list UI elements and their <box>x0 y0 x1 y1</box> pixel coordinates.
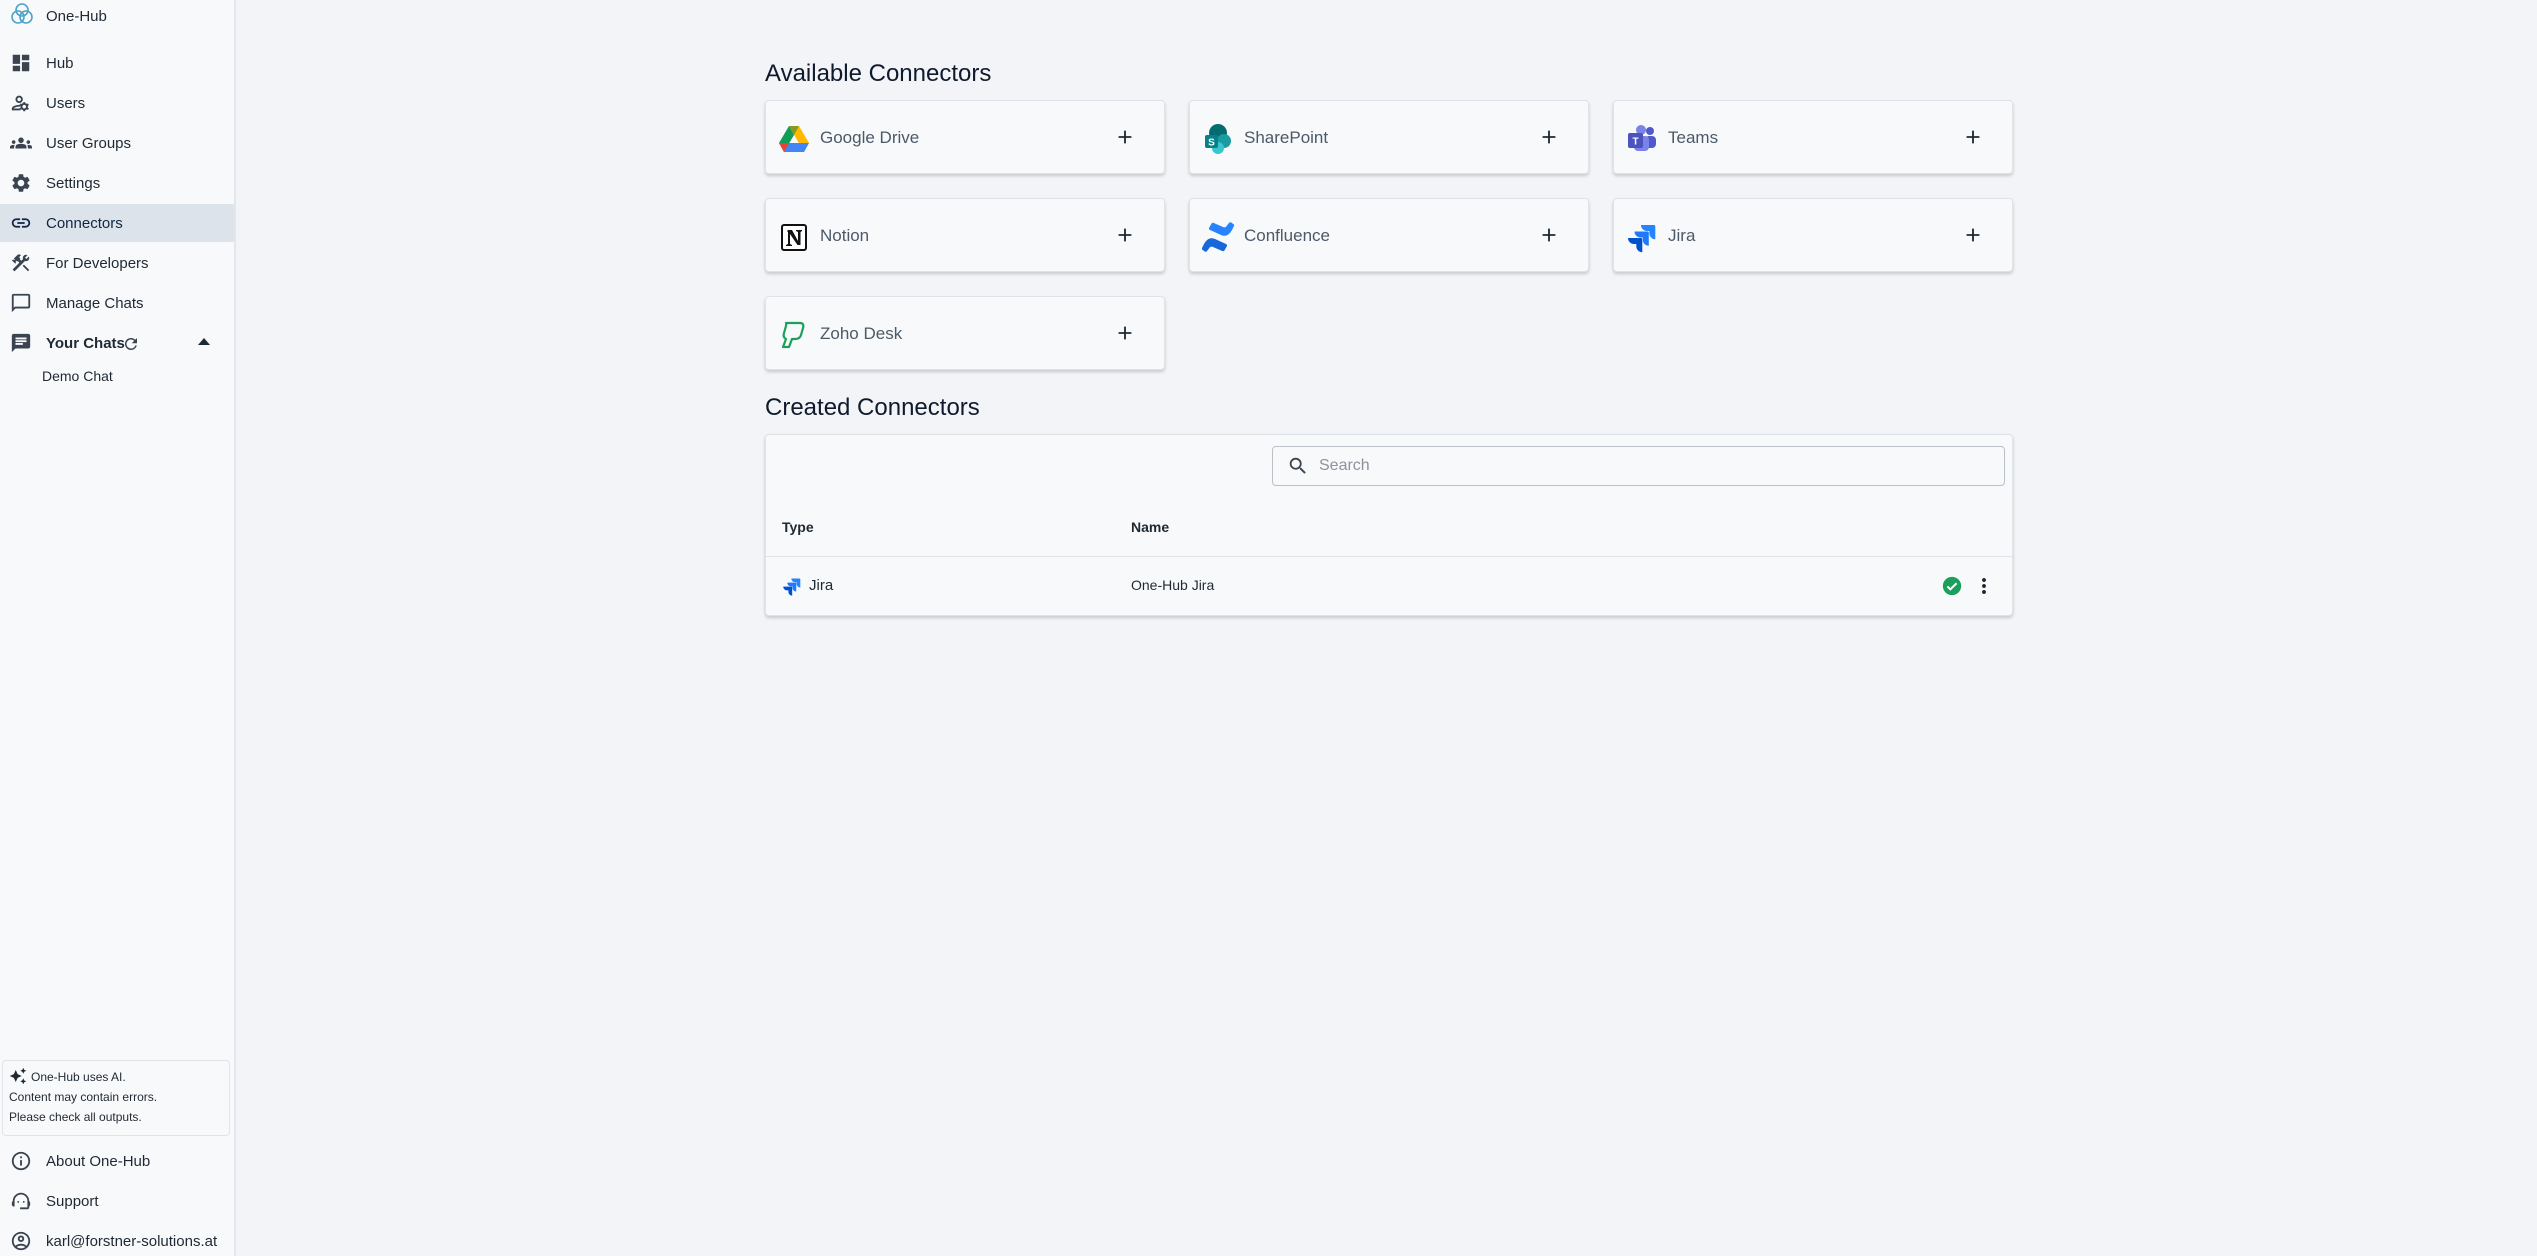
chat-item-demo[interactable]: Demo Chat <box>42 368 113 384</box>
sidebar-item-label: Hub <box>46 54 74 72</box>
disclaimer-line-3: Please check all outputs. <box>9 1110 142 1124</box>
your-chats-label: Your Chats <box>46 334 125 352</box>
your-chats-header[interactable]: Your Chats <box>0 324 234 362</box>
connector-card-notion[interactable]: Notion <box>765 198 1165 272</box>
sidebar-item-label: Users <box>46 94 86 112</box>
headset-icon <box>10 1190 32 1212</box>
add-icon[interactable] <box>1114 224 1136 246</box>
chat-bubble-icon <box>10 292 32 314</box>
connector-card-google-drive[interactable]: Google Drive <box>765 100 1165 174</box>
gear-icon <box>10 172 32 194</box>
jira-icon <box>1626 221 1658 253</box>
sidebar-item-label: Settings <box>46 174 101 192</box>
disclaimer-line-1: One-Hub uses AI. <box>31 1070 126 1084</box>
svg-text:S: S <box>1208 138 1215 149</box>
sidebar-item-support[interactable]: Support <box>0 1182 234 1220</box>
connector-card-zoho-desk[interactable]: Zoho Desk <box>765 296 1165 370</box>
row-type: Jira <box>809 577 834 594</box>
connector-name: Notion <box>820 226 870 245</box>
zoho-desk-icon <box>778 319 810 351</box>
table-row[interactable]: Jira One-Hub Jira <box>766 557 2012 615</box>
add-icon[interactable] <box>1962 224 1984 246</box>
notion-icon <box>778 221 810 253</box>
search-icon <box>1287 455 1309 477</box>
check-circle-icon <box>1941 575 1963 597</box>
collapse-arrow-icon[interactable] <box>198 338 210 345</box>
ai-disclaimer: One-Hub uses AI. Content may contain err… <box>2 1060 230 1136</box>
connector-name: Confluence <box>1244 226 1331 245</box>
svg-text:T: T <box>1632 137 1638 148</box>
sidebar-item-label: User Groups <box>46 134 132 152</box>
info-icon <box>10 1150 32 1172</box>
connector-card-confluence[interactable]: Confluence <box>1189 198 1589 272</box>
search-input[interactable] <box>1319 457 1999 475</box>
connector-name: Jira <box>1668 226 1696 245</box>
tools-icon <box>10 252 32 274</box>
sparkle-icon <box>9 1067 27 1085</box>
connector-name: Zoho Desk <box>820 324 903 343</box>
sidebar-item-label: Manage Chats <box>46 294 144 312</box>
more-options-icon[interactable] <box>1972 574 1996 598</box>
add-icon[interactable] <box>1538 224 1560 246</box>
available-connectors-title: Available Connectors <box>765 60 992 87</box>
app-title: One-Hub <box>46 7 107 25</box>
google-drive-icon <box>778 123 810 155</box>
created-connectors-table: Type Name Jira One-Hub Jira <box>765 434 2013 616</box>
sharepoint-icon: S <box>1202 123 1234 155</box>
sidebar-item-connectors[interactable]: Connectors <box>0 204 234 242</box>
connector-card-teams[interactable]: T Teams <box>1613 100 2013 174</box>
sidebar-item-label: About One-Hub <box>46 1152 151 1170</box>
sidebar-item-user-groups[interactable]: User Groups <box>0 124 234 162</box>
connector-name: Google Drive <box>820 128 920 147</box>
connector-name: SharePoint <box>1244 128 1329 147</box>
sidebar-item-for-developers[interactable]: For Developers <box>0 244 234 282</box>
column-header-name[interactable]: Name <box>1131 519 1169 535</box>
sidebar-item-label: Connectors <box>46 214 123 232</box>
connector-name: Teams <box>1668 128 1719 147</box>
sidebar-item-label: karl@forstner-solutions.at <box>46 1232 218 1250</box>
user-settings-icon <box>10 92 32 114</box>
confluence-icon <box>1201 221 1235 253</box>
disclaimer-line-2: Content may contain errors. <box>9 1090 158 1104</box>
column-header-type[interactable]: Type <box>782 519 814 535</box>
groups-icon <box>9 132 32 154</box>
sidebar-item-label: For Developers <box>46 254 149 272</box>
sidebar-item-about[interactable]: About One-Hub <box>0 1142 234 1180</box>
sidebar-item-settings[interactable]: Settings <box>0 164 234 202</box>
one-hub-logo-icon <box>8 0 36 32</box>
account-icon <box>10 1230 32 1252</box>
jira-icon <box>782 576 802 596</box>
sidebar-item-account[interactable]: karl@forstner-solutions.at <box>0 1222 234 1256</box>
sidebar: One-Hub Hub Users User Groups Settings C… <box>0 0 236 1256</box>
connector-card-jira[interactable]: Jira <box>1613 198 2013 272</box>
sidebar-item-label: Support <box>46 1192 99 1210</box>
sidebar-item-manage-chats[interactable]: Manage Chats <box>0 284 234 322</box>
connector-card-sharepoint[interactable]: S SharePoint <box>1189 100 1589 174</box>
add-icon[interactable] <box>1114 322 1136 344</box>
refresh-icon[interactable] <box>122 335 140 353</box>
created-connectors-title: Created Connectors <box>765 394 980 421</box>
link-icon <box>10 212 32 234</box>
add-icon[interactable] <box>1962 126 1984 148</box>
add-icon[interactable] <box>1114 126 1136 148</box>
sidebar-item-users[interactable]: Users <box>0 84 234 122</box>
dashboard-icon <box>10 52 32 74</box>
brand[interactable]: One-Hub <box>8 2 107 30</box>
chat-icon <box>10 332 32 354</box>
row-name: One-Hub Jira <box>1131 577 1215 593</box>
teams-icon: T <box>1626 123 1658 155</box>
search-box[interactable] <box>1272 446 2005 486</box>
add-icon[interactable] <box>1538 126 1560 148</box>
sidebar-item-hub[interactable]: Hub <box>0 44 234 82</box>
